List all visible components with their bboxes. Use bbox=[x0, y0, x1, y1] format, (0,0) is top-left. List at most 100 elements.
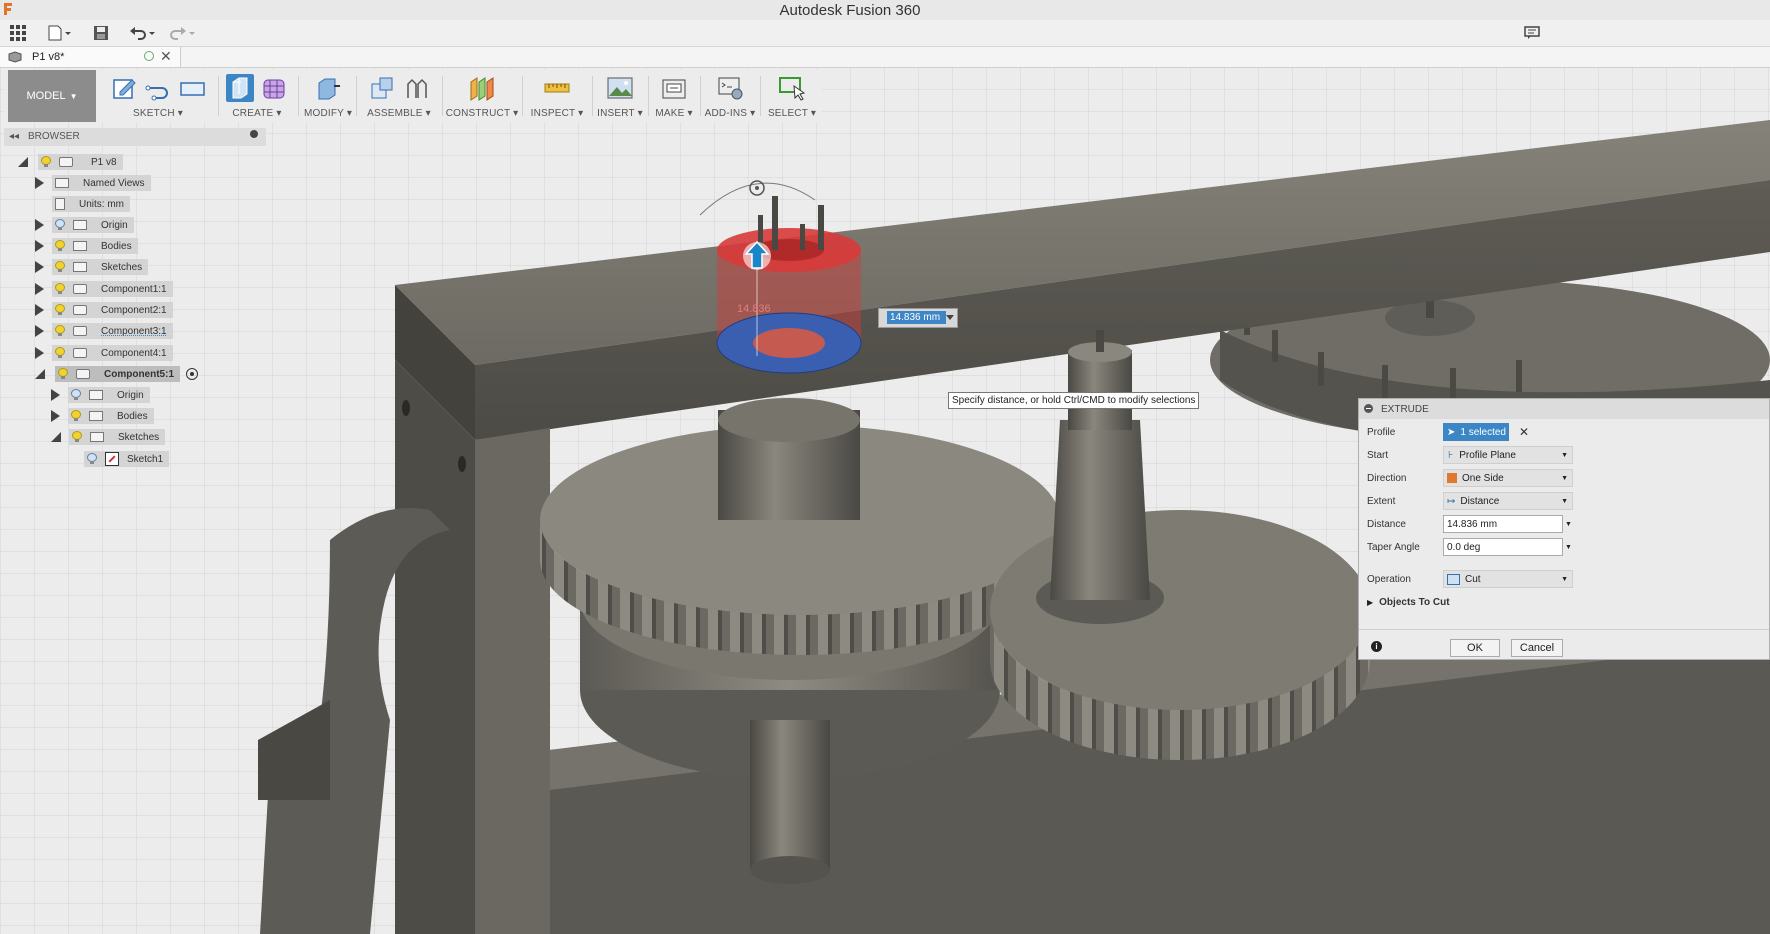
tree-node-component3[interactable]: Component3:1 bbox=[35, 322, 173, 340]
visibility-bulb-icon[interactable] bbox=[72, 431, 82, 443]
clear-selection-icon[interactable]: ✕ bbox=[1519, 425, 1529, 439]
distance-manipulator-arrow-icon[interactable] bbox=[743, 240, 771, 270]
visibility-bulb-icon[interactable] bbox=[55, 283, 65, 295]
expand-triangle-icon[interactable] bbox=[51, 410, 60, 422]
extrude-icon[interactable] bbox=[226, 74, 254, 102]
tree-node-units[interactable]: Units: mm bbox=[52, 195, 130, 213]
distance-field[interactable]: 14.836 mm bbox=[1443, 515, 1563, 533]
visibility-bulb-icon[interactable] bbox=[55, 261, 65, 273]
workspace-switcher[interactable]: MODEL ▼ bbox=[8, 70, 96, 122]
tree-node-named-views[interactable]: Named Views bbox=[35, 174, 151, 192]
extent-dropdown[interactable]: ↦ Distance ▼ bbox=[1443, 492, 1573, 510]
visibility-bulb-icon[interactable] bbox=[55, 347, 65, 359]
tree-node-c5-origin[interactable]: Origin bbox=[51, 386, 150, 404]
operation-dropdown[interactable]: Cut ▼ bbox=[1443, 570, 1573, 588]
tree-node-root[interactable]: P1 v8 bbox=[18, 153, 123, 171]
expand-triangle-icon[interactable] bbox=[35, 369, 45, 379]
distance-input-box[interactable]: 14.836 mm bbox=[878, 308, 958, 328]
expand-triangle-icon[interactable] bbox=[35, 347, 44, 359]
visibility-bulb-icon[interactable] bbox=[87, 453, 97, 465]
tree-node-sketch1[interactable]: Sketch1 bbox=[84, 450, 170, 468]
expand-triangle-icon[interactable] bbox=[35, 240, 44, 252]
save-icon[interactable] bbox=[93, 24, 109, 42]
direction-dropdown[interactable]: One Side ▼ bbox=[1443, 469, 1573, 487]
expand-triangle-icon[interactable] bbox=[35, 261, 44, 273]
tree-node-sketches[interactable]: Sketches bbox=[35, 258, 149, 276]
rectangle-icon[interactable] bbox=[178, 74, 206, 102]
undo-icon[interactable] bbox=[128, 24, 156, 42]
cancel-button[interactable]: Cancel bbox=[1511, 639, 1563, 657]
expand-triangle-icon[interactable] bbox=[35, 283, 44, 295]
measure-icon[interactable] bbox=[543, 74, 571, 102]
taper-angle-field[interactable]: 0.0 deg bbox=[1443, 538, 1563, 556]
expand-triangle-icon[interactable] bbox=[51, 389, 60, 401]
visibility-bulb-icon[interactable] bbox=[55, 304, 65, 316]
expand-triangle-icon[interactable] bbox=[18, 157, 28, 167]
create-sketch-icon[interactable] bbox=[110, 74, 138, 102]
comments-icon[interactable] bbox=[1524, 24, 1540, 42]
data-panel-grid-icon[interactable] bbox=[10, 24, 26, 42]
tree-node-origin[interactable]: Origin bbox=[35, 216, 134, 234]
line-icon[interactable] bbox=[144, 74, 172, 102]
assemble-group[interactable]: ASSEMBLE ▾ bbox=[358, 70, 440, 122]
form-icon[interactable] bbox=[260, 74, 288, 102]
visibility-bulb-icon[interactable] bbox=[41, 156, 51, 168]
expand-triangle-icon[interactable] bbox=[35, 304, 44, 316]
make-group[interactable]: MAKE ▾ bbox=[650, 70, 698, 122]
insert-group[interactable]: INSERT ▾ bbox=[594, 70, 646, 122]
extrude-dialog-header[interactable]: EXTRUDE bbox=[1359, 399, 1769, 419]
extrude-preview[interactable] bbox=[699, 180, 862, 374]
create-group[interactable]: CREATE ▾ bbox=[220, 70, 294, 122]
insert-image-icon[interactable] bbox=[606, 74, 634, 102]
expand-triangle-icon[interactable]: ▶ bbox=[1367, 598, 1373, 607]
visibility-bulb-icon[interactable] bbox=[55, 325, 65, 337]
expand-triangle-icon[interactable] bbox=[35, 219, 44, 231]
offset-plane-icon[interactable] bbox=[468, 74, 496, 102]
browser-header[interactable]: ◂◂ BROWSER bbox=[4, 128, 266, 146]
visibility-bulb-icon[interactable] bbox=[55, 240, 65, 252]
document-tab[interactable]: P1 v8* ✕ bbox=[0, 47, 181, 67]
expand-triangle-icon[interactable] bbox=[35, 177, 44, 189]
browser-minimize-icon[interactable] bbox=[250, 130, 258, 138]
start-dropdown[interactable]: ⊦ Profile Plane ▼ bbox=[1443, 446, 1573, 464]
addins-group[interactable]: ADD-INS ▾ bbox=[702, 70, 758, 122]
tree-node-component5[interactable]: Component5:1 bbox=[35, 365, 198, 383]
select-group[interactable]: SELECT ▾ bbox=[762, 70, 822, 122]
scripts-addins-icon[interactable] bbox=[716, 74, 744, 102]
tree-node-c5-bodies[interactable]: Bodies bbox=[51, 407, 154, 425]
tree-node-c5-sketches[interactable]: Sketches bbox=[51, 428, 166, 446]
tree-node-component4[interactable]: Component4:1 bbox=[35, 344, 173, 362]
objects-to-cut-row[interactable]: ▶ Objects To Cut bbox=[1367, 593, 1450, 611]
expand-triangle-icon[interactable] bbox=[35, 325, 44, 337]
ok-button[interactable]: OK bbox=[1450, 639, 1500, 657]
visibility-bulb-icon[interactable] bbox=[55, 219, 65, 231]
collapse-dialog-icon[interactable] bbox=[1364, 404, 1373, 413]
collapse-browser-icon[interactable]: ◂◂ bbox=[9, 131, 19, 142]
visibility-bulb-icon[interactable] bbox=[71, 410, 81, 422]
expand-triangle-icon[interactable] bbox=[51, 432, 61, 442]
distance-dropdown-icon[interactable] bbox=[946, 315, 954, 320]
select-icon[interactable] bbox=[778, 74, 806, 102]
3d-print-icon[interactable] bbox=[660, 74, 688, 102]
tree-node-bodies[interactable]: Bodies bbox=[35, 237, 138, 255]
press-pull-icon[interactable] bbox=[314, 74, 342, 102]
file-menu-icon[interactable] bbox=[48, 24, 72, 42]
construct-group[interactable]: CONSTRUCT ▾ bbox=[444, 70, 520, 122]
visibility-bulb-icon[interactable] bbox=[71, 389, 81, 401]
active-component-icon[interactable] bbox=[186, 368, 198, 380]
inspect-group[interactable]: INSPECT ▾ bbox=[524, 70, 590, 122]
tree-node-component2[interactable]: Component2:1 bbox=[35, 301, 173, 319]
info-icon[interactable]: i bbox=[1371, 641, 1382, 652]
distance-input[interactable]: 14.836 mm bbox=[887, 311, 946, 324]
sketch-group[interactable]: SKETCH ▾ bbox=[100, 70, 216, 122]
modify-group[interactable]: MODIFY ▾ bbox=[302, 70, 354, 122]
chevron-down-icon[interactable]: ▼ bbox=[1565, 521, 1572, 528]
chevron-down-icon[interactable]: ▼ bbox=[1565, 544, 1572, 551]
close-tab-icon[interactable]: ✕ bbox=[160, 48, 172, 65]
joint-icon[interactable] bbox=[402, 74, 430, 102]
tree-node-component1[interactable]: Component1:1 bbox=[35, 280, 173, 298]
visibility-bulb-icon[interactable] bbox=[58, 368, 68, 380]
redo-icon[interactable] bbox=[168, 24, 196, 42]
new-component-icon[interactable] bbox=[368, 74, 396, 102]
profile-selector[interactable]: ➤ 1 selected bbox=[1443, 423, 1509, 441]
